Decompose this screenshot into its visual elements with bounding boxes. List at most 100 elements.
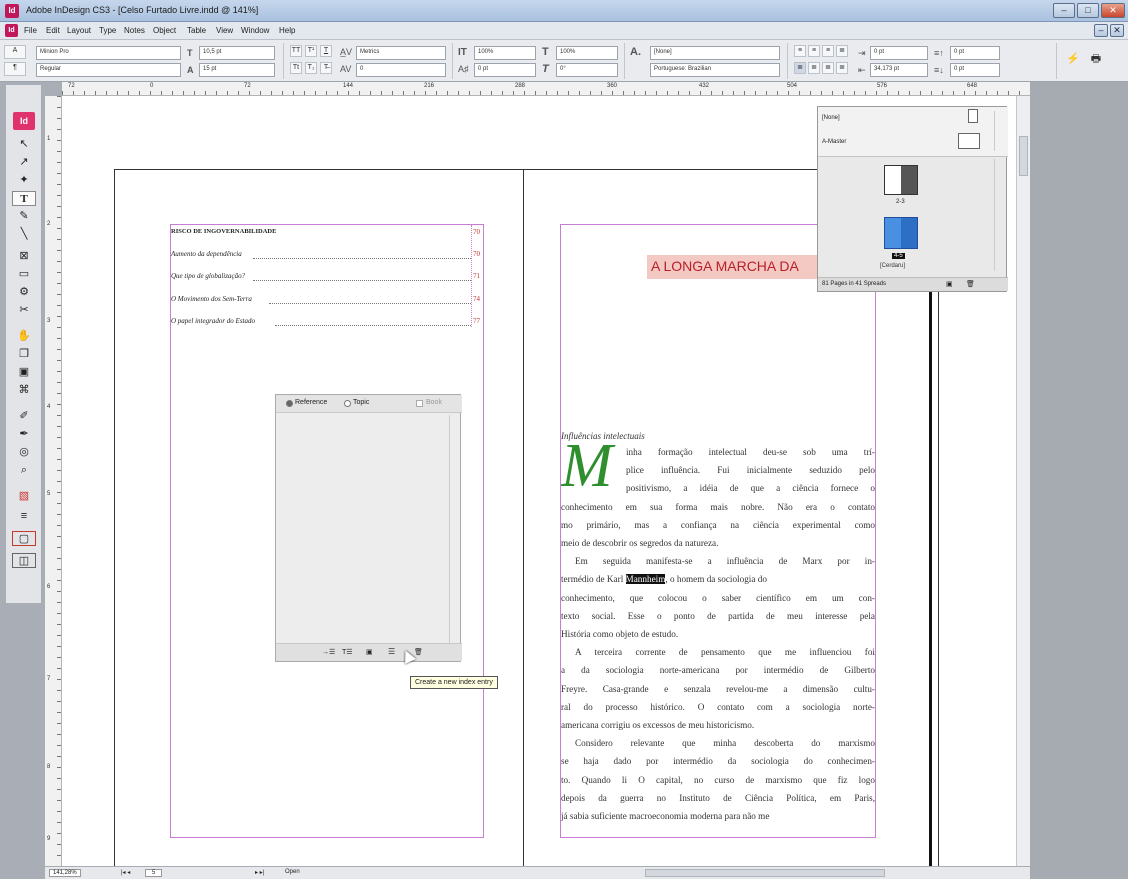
- horizontal-ruler[interactable]: 72 0 72 144 216 288 360 432 504 576 648: [62, 82, 1030, 96]
- scissors-tool-icon[interactable]: ✂: [12, 303, 36, 318]
- document-canvas[interactable]: RISCO DE INGOVERNABILIDADE 70 Aumento da…: [62, 96, 1030, 866]
- close-button[interactable]: ✕: [1101, 3, 1125, 18]
- first-page-icon[interactable]: |◂ ◂: [121, 869, 130, 876]
- align-center-button[interactable]: ≡: [808, 45, 820, 57]
- generate-index-icon[interactable]: T☰: [342, 648, 353, 656]
- pages-scrollbar[interactable]: [994, 159, 1002, 271]
- skew-field[interactable]: 0°: [556, 63, 618, 77]
- masters-scrollbar[interactable]: [994, 111, 1002, 151]
- align-right-button[interactable]: ≡: [822, 45, 834, 57]
- master-none-thumb[interactable]: [968, 109, 978, 123]
- document-close-button[interactable]: ✕: [1110, 24, 1124, 37]
- zoom-field[interactable]: 141,28%: [49, 869, 81, 877]
- gap-tool-icon[interactable]: ⚙: [12, 285, 36, 300]
- menu-window[interactable]: Window: [241, 26, 269, 35]
- spread-thumb-2-3[interactable]: [884, 165, 918, 195]
- tracking-field[interactable]: 0: [356, 63, 446, 77]
- pencil-tool-icon[interactable]: ✎: [12, 209, 36, 224]
- font-style-field[interactable]: Regular: [36, 63, 181, 77]
- zoom-tool-icon[interactable]: ⌕: [12, 463, 36, 478]
- subscript-button[interactable]: T₁: [305, 62, 317, 74]
- small-caps-button[interactable]: Tt: [290, 62, 302, 74]
- fill-stroke-icon[interactable]: ▧: [12, 489, 36, 504]
- goto-entry-icon[interactable]: →☰: [322, 648, 335, 656]
- menu-type[interactable]: Type: [99, 26, 116, 35]
- update-preview-icon[interactable]: ▣: [366, 648, 373, 656]
- baseline-shift-field[interactable]: 0 pt: [474, 63, 536, 77]
- strikethrough-button[interactable]: T̶: [320, 62, 332, 74]
- left-indent-field[interactable]: 0 pt: [870, 46, 928, 60]
- vertical-scale-field[interactable]: 100%: [474, 46, 536, 60]
- underline-button[interactable]: T: [320, 45, 332, 57]
- position-tool-icon[interactable]: ✦: [12, 173, 36, 188]
- selected-word[interactable]: Mannheim: [625, 574, 666, 585]
- character-mode-button[interactable]: A: [4, 45, 26, 59]
- horizontal-scrollbar[interactable]: [645, 869, 885, 877]
- horizontal-scale-field[interactable]: 100%: [556, 46, 618, 60]
- page-field[interactable]: 5: [145, 869, 163, 877]
- justify-center-button[interactable]: ≣: [808, 62, 820, 74]
- spread-thumb-4-5[interactable]: [884, 217, 918, 249]
- justify-all-button[interactable]: ≣: [836, 62, 848, 74]
- minimize-button[interactable]: –: [1053, 3, 1075, 18]
- gradient-feather-tool-icon[interactable]: ⌘: [12, 383, 36, 398]
- menu-view[interactable]: View: [216, 26, 233, 35]
- paragraph-mode-button[interactable]: ¶: [4, 62, 26, 76]
- direct-selection-tool-icon[interactable]: ↗: [12, 155, 36, 170]
- vertical-ruler[interactable]: 1 2 3 4 5 6 7 8 9: [45, 96, 62, 866]
- rectangle-frame-tool-icon[interactable]: ⊠: [12, 249, 36, 264]
- superscript-button[interactable]: T¹: [305, 45, 317, 57]
- menu-notes[interactable]: Notes: [124, 26, 145, 35]
- eyedropper-tool-icon[interactable]: ✒: [12, 427, 36, 442]
- font-size-field[interactable]: 10,5 pt: [199, 46, 275, 60]
- type-tool-icon[interactable]: T: [12, 191, 36, 206]
- reference-radio[interactable]: [286, 400, 293, 407]
- right-text-frame[interactable]: A LONGA MARCHA DA Influências intelectua…: [560, 224, 876, 838]
- menu-table[interactable]: Table: [187, 26, 206, 35]
- space-before-field[interactable]: 0 pt: [950, 46, 1000, 60]
- space-after-field[interactable]: 0 pt: [950, 63, 1000, 77]
- delete-page-icon[interactable]: 🗑: [966, 280, 975, 288]
- justify-right-button[interactable]: ≣: [822, 62, 834, 74]
- next-page-icon[interactable]: ▸ ▸|: [255, 869, 264, 876]
- note-tool-icon[interactable]: ✐: [12, 409, 36, 424]
- kerning-field[interactable]: Metrics: [356, 46, 446, 60]
- free-transform-tool-icon[interactable]: ❐: [12, 347, 36, 362]
- gradient-tool-icon[interactable]: ▣: [12, 365, 36, 380]
- menu-help[interactable]: Help: [279, 26, 295, 35]
- vertical-scrollbar[interactable]: [1016, 96, 1030, 866]
- menu-object[interactable]: Object: [153, 26, 176, 35]
- font-family-field[interactable]: Minion Pro: [36, 46, 181, 60]
- formatting-affects-icon[interactable]: ≡: [12, 509, 36, 524]
- index-scrollbar[interactable]: [449, 415, 459, 643]
- hand-tool-icon[interactable]: ✋: [12, 329, 36, 344]
- menu-layout[interactable]: Layout: [67, 26, 91, 35]
- maximize-button[interactable]: □: [1077, 3, 1099, 18]
- delete-entry-icon[interactable]: 🗑: [414, 648, 423, 656]
- align-left-button[interactable]: ≡: [794, 45, 806, 57]
- menu-file[interactable]: File: [24, 26, 37, 35]
- rectangle-tool-icon[interactable]: ▭: [12, 267, 36, 282]
- lightning-icon[interactable]: ⚡: [1066, 54, 1080, 66]
- print-icon[interactable]: 🖶: [1086, 54, 1106, 66]
- new-index-entry-icon[interactable]: ☰: [388, 647, 395, 656]
- screen-mode-icon[interactable]: ◫: [12, 553, 36, 568]
- master-a-label[interactable]: A-Master: [822, 139, 846, 145]
- master-none-label[interactable]: [None]: [822, 115, 840, 121]
- leading-field[interactable]: 15 pt: [199, 63, 275, 77]
- document-minimize-button[interactable]: –: [1094, 24, 1108, 37]
- measure-tool-icon[interactable]: ◎: [12, 445, 36, 460]
- line-tool-icon[interactable]: ╲: [12, 227, 36, 242]
- apply-none-icon[interactable]: ▢: [12, 531, 36, 546]
- selection-tool-icon[interactable]: ↖: [12, 137, 36, 152]
- language-field[interactable]: Portuguese: Brazilian: [650, 63, 780, 77]
- all-caps-button[interactable]: TT: [290, 45, 302, 57]
- scroll-thumb[interactable]: [1019, 136, 1028, 176]
- character-style-field[interactable]: [None]: [650, 46, 780, 60]
- justify-left-button[interactable]: ≣: [794, 62, 806, 74]
- book-checkbox[interactable]: [416, 400, 423, 407]
- new-page-icon[interactable]: ▣: [946, 280, 953, 288]
- menu-edit[interactable]: Edit: [46, 26, 60, 35]
- align-towards-spine-button[interactable]: ≣: [836, 45, 848, 57]
- master-a-thumb[interactable]: [958, 133, 980, 149]
